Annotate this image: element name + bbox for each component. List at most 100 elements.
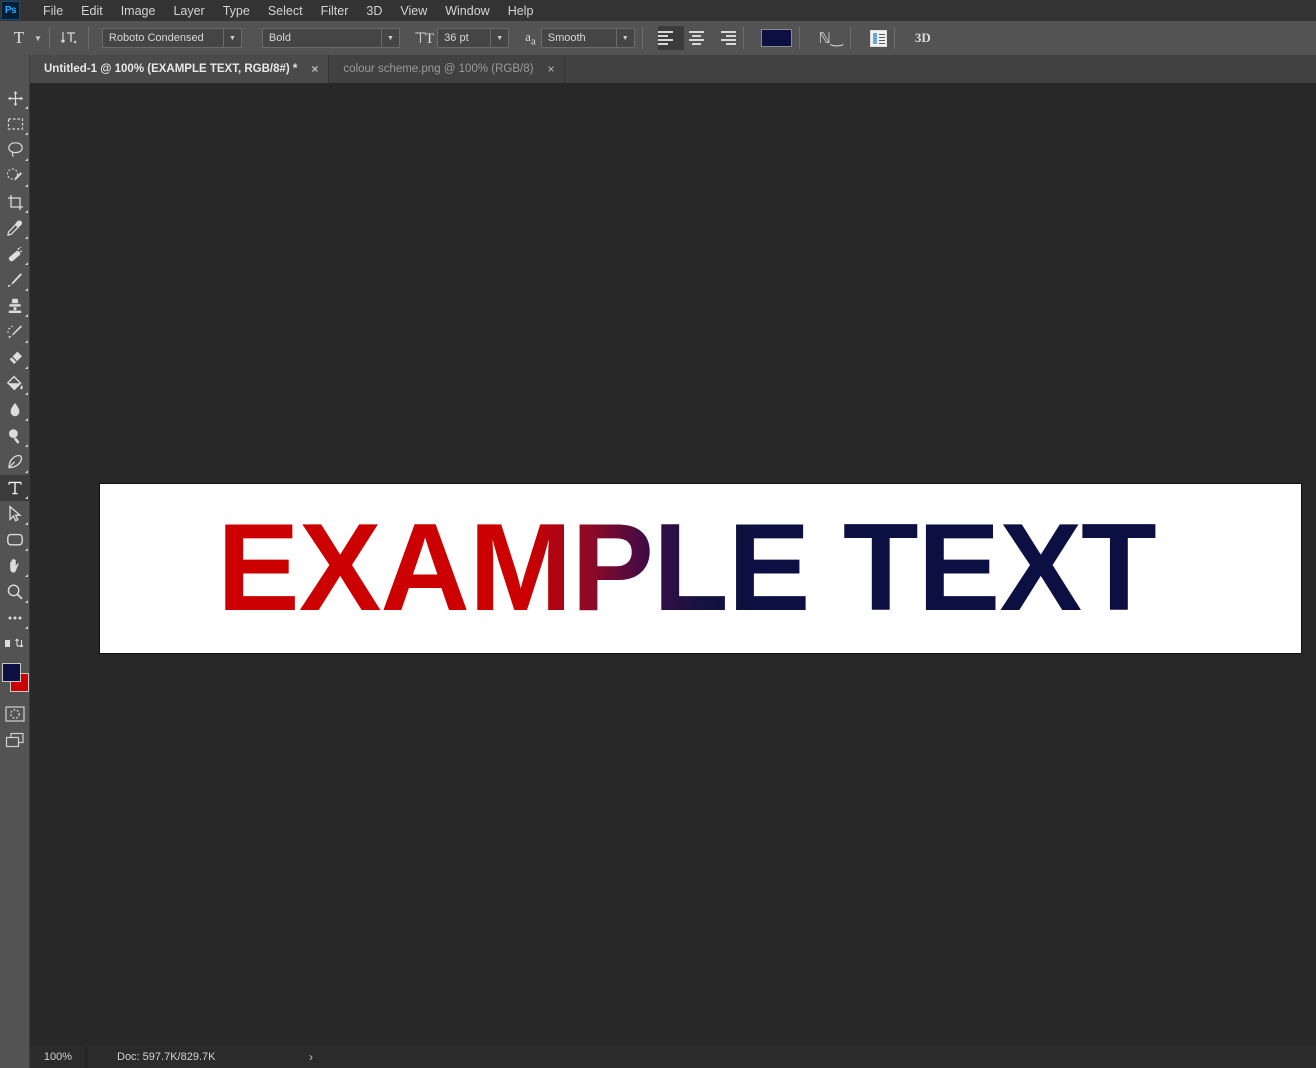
tool-group-triangle-icon — [25, 366, 28, 369]
tool-group-triangle-icon — [25, 106, 28, 109]
canvas-workspace[interactable]: EXAMPLE TEXT — [30, 83, 1316, 1046]
document-size-label: Doc: 597.7K/829.7K — [117, 1051, 216, 1063]
horizontal-type-tool[interactable] — [0, 475, 30, 501]
gradient-tool[interactable] — [0, 371, 30, 397]
document-canvas[interactable]: EXAMPLE TEXT — [100, 484, 1301, 653]
menu-select[interactable]: Select — [259, 2, 312, 20]
divider — [641, 27, 643, 49]
eyedropper-tool[interactable] — [0, 215, 30, 241]
lasso-tool-icon — [7, 142, 23, 157]
font-family-select[interactable]: Roboto Condensed ▼ — [101, 28, 242, 48]
quick-mask-icon — [5, 706, 25, 722]
anti-aliasing-value: Smooth — [547, 32, 586, 44]
paint-bucket-tool-icon — [6, 375, 23, 391]
menu-items: File Edit Image Layer Type Select Filter… — [34, 2, 542, 20]
spot-healing-brush-icon — [8, 246, 22, 262]
path-selection-tool[interactable] — [0, 501, 30, 527]
menu-edit[interactable]: Edit — [72, 2, 112, 20]
quick-mask-mode-button[interactable] — [0, 701, 30, 727]
font-size-icon: ⊤T — [413, 30, 434, 47]
chevron-down-icon: ▼ — [34, 33, 42, 43]
history-brush-tool[interactable] — [0, 319, 30, 345]
text-color-swatch[interactable] — [760, 29, 792, 47]
rectangular-marquee-tool[interactable] — [0, 111, 30, 137]
clone-stamp-tool[interactable] — [0, 293, 30, 319]
close-icon[interactable]: × — [547, 63, 554, 75]
hand-tool-icon — [10, 558, 19, 573]
blur-tool[interactable] — [0, 397, 30, 423]
tool-preset-picker[interactable]: T ▼ — [8, 28, 42, 48]
chevron-down-icon: ▼ — [490, 29, 508, 47]
default-and-swap-colors[interactable] — [0, 631, 30, 657]
align-left-button[interactable] — [657, 26, 684, 50]
lasso-tool[interactable] — [0, 137, 30, 163]
hand-tool[interactable] — [0, 553, 30, 579]
align-right-button[interactable] — [710, 26, 736, 50]
anti-alias-icon: aa — [525, 28, 536, 48]
tool-group-triangle-icon — [25, 314, 28, 317]
brush-tool[interactable] — [0, 267, 30, 293]
tool-group-triangle-icon — [25, 210, 28, 213]
screen-mode-button[interactable] — [0, 727, 30, 753]
pen-tool-icon — [8, 454, 23, 469]
toggle-character-panel-icon[interactable] — [869, 29, 887, 47]
history-brush-tool-icon — [7, 325, 22, 339]
crop-tool[interactable] — [0, 189, 30, 215]
document-tab-colour-scheme[interactable]: colour scheme.png @ 100% (RGB/8) × — [329, 55, 566, 83]
rectangle-tool[interactable] — [0, 527, 30, 553]
create-3d-text-button[interactable]: 3D — [915, 30, 931, 46]
menu-3d[interactable]: 3D — [357, 2, 391, 20]
document-tab-untitled-1[interactable]: Untitled-1 @ 100% (EXAMPLE TEXT, RGB/8#)… — [30, 55, 330, 83]
screen-mode-icon — [5, 732, 24, 747]
chevron-down-icon: ▼ — [380, 29, 399, 47]
tool-group-triangle-icon — [25, 132, 28, 135]
font-style-select[interactable]: Bold ▼ — [261, 28, 400, 48]
warp-text-icon[interactable]: ℕ‿ — [819, 29, 843, 48]
tool-options-bar: T ▼ Roboto Condensed ▼ Bold ▼ ⊤T 36 pt ▼… — [0, 21, 1316, 56]
status-bar: 100% Doc: 597.7K/829.7K › — [0, 1046, 1316, 1068]
close-icon[interactable]: × — [311, 63, 318, 75]
spot-healing-brush-tool[interactable] — [0, 241, 30, 267]
menu-help[interactable]: Help — [499, 2, 543, 20]
zoom-level-field[interactable]: 100% — [30, 1046, 87, 1068]
photoshop-logo-icon: Ps — [1, 1, 20, 20]
eraser-tool[interactable] — [0, 345, 30, 371]
chevron-down-icon: ▼ — [615, 29, 634, 47]
document-info[interactable]: Doc: 597.7K/829.7K › — [87, 1050, 1316, 1064]
menu-window[interactable]: Window — [436, 2, 498, 20]
font-size-select[interactable]: 36 pt ▼ — [437, 28, 510, 48]
align-center-button[interactable] — [684, 26, 710, 50]
type-tool-icon — [8, 481, 22, 495]
clone-stamp-tool-icon — [8, 298, 22, 313]
menu-image[interactable]: Image — [112, 2, 165, 20]
menu-layer[interactable]: Layer — [164, 2, 213, 20]
edit-toolbar-tool[interactable] — [0, 605, 30, 631]
menu-view[interactable]: View — [391, 2, 436, 20]
path-selection-arrow-icon — [9, 505, 22, 522]
eyedropper-tool-icon — [7, 220, 23, 236]
menu-file[interactable]: File — [34, 2, 72, 20]
zoom-tool[interactable] — [0, 579, 30, 605]
quick-selection-tool[interactable] — [0, 163, 30, 189]
tool-group-triangle-icon — [25, 626, 28, 629]
dodge-tool[interactable] — [0, 423, 30, 449]
chevron-right-icon[interactable]: › — [309, 1050, 313, 1064]
tool-group-triangle-icon — [25, 444, 28, 447]
anti-aliasing-select[interactable]: Smooth ▼ — [540, 28, 635, 48]
foreground-background-colors[interactable] — [0, 661, 30, 701]
toggle-text-orientation-button[interactable] — [57, 29, 81, 47]
tab-title: colour scheme.png @ 100% (RGB/8) — [343, 63, 534, 75]
tool-group-triangle-icon — [25, 418, 28, 421]
foreground-color-swatch[interactable] — [2, 663, 21, 682]
tool-group-triangle-icon — [25, 392, 28, 395]
zoom-tool-magnifier-icon — [7, 584, 23, 600]
artwork-text-layer[interactable]: EXAMPLE TEXT — [217, 497, 1157, 640]
pen-tool[interactable] — [0, 449, 30, 475]
tool-group-triangle-icon — [25, 600, 28, 603]
divider — [48, 27, 50, 49]
tool-group-triangle-icon — [25, 288, 28, 291]
menu-filter[interactable]: Filter — [312, 2, 358, 20]
tab-title: Untitled-1 @ 100% (EXAMPLE TEXT, RGB/8#)… — [44, 63, 298, 75]
menu-type[interactable]: Type — [214, 2, 259, 20]
move-tool[interactable] — [0, 85, 30, 111]
